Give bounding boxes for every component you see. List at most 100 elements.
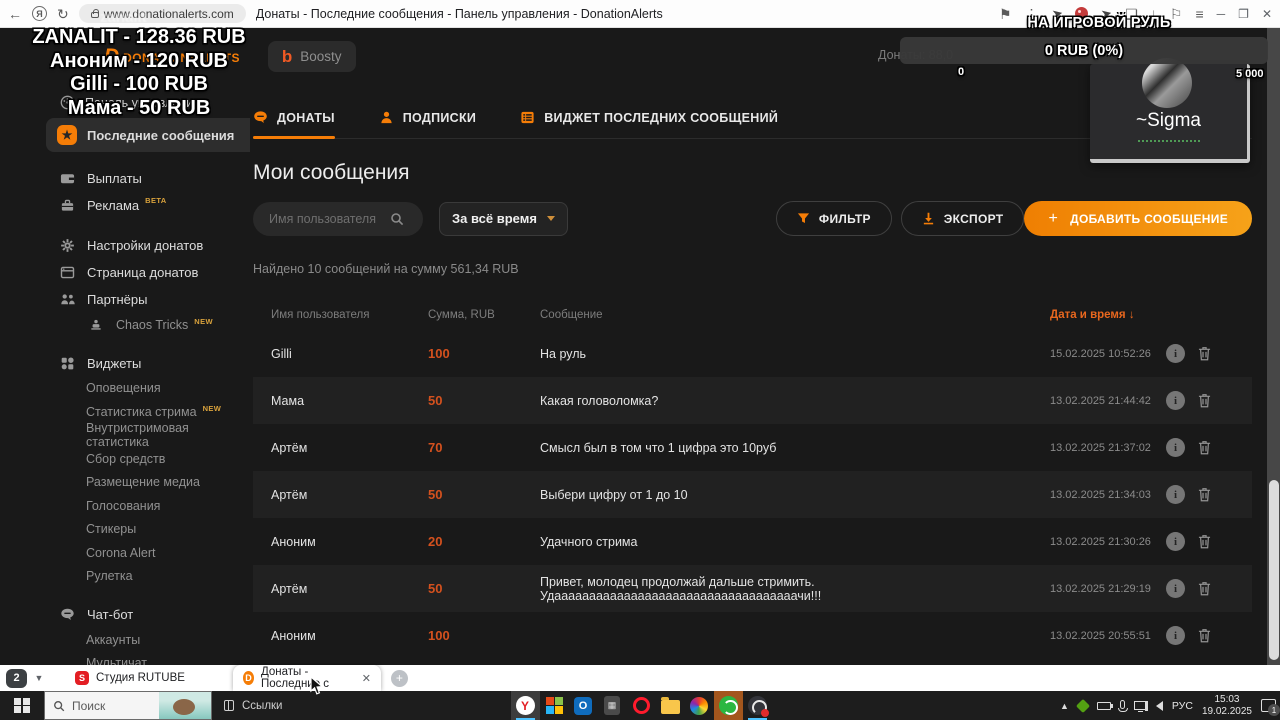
tab-count-badge[interactable]: 2 (6, 668, 27, 688)
sidebar-item-сбор-средств[interactable]: Сбор средств (0, 447, 250, 471)
tab-subscriptions[interactable]: ПОДПИСКИ (379, 110, 476, 138)
app-photos[interactable] (685, 691, 714, 720)
reload-icon[interactable]: ↻ (57, 7, 69, 21)
app-file-explorer[interactable] (656, 691, 685, 720)
taskbar-search[interactable]: Поиск (44, 691, 212, 720)
plus-icon: + (1048, 209, 1059, 227)
delete-icon[interactable] (1198, 628, 1211, 643)
close-button[interactable]: ✕ (1262, 7, 1272, 21)
bookmark-flag-icon[interactable]: ⚑ (999, 7, 1012, 21)
download-icon[interactable]: ↓ (1150, 7, 1157, 20)
notifications-icon[interactable]: 1 (1261, 699, 1280, 716)
app-store[interactable] (540, 691, 569, 720)
red-extension-icon[interactable] (1075, 7, 1089, 20)
sidebar-item-label: Страница донатов (87, 265, 199, 280)
info-icon[interactable]: i (1166, 391, 1185, 410)
cursor-extension-icon[interactable]: ➤ (1100, 5, 1114, 23)
start-button[interactable] (0, 691, 44, 720)
cell-username: Артём (271, 440, 308, 455)
sidebar-nav: ★ Последние сообщения Выплаты Реклама BETA На… (0, 118, 250, 675)
minimize-button[interactable]: ─ (1217, 7, 1226, 21)
app-yandex-browser[interactable]: Y (510, 691, 540, 720)
tab-last-messages-widget[interactable]: ВИДЖЕТ ПОСЛЕДНИХ СООБЩЕНИЙ (520, 110, 778, 138)
menu-icon[interactable]: ≡ (1195, 7, 1203, 21)
tab-donationalerts-active[interactable]: D Донаты - Последние с ✕ (232, 665, 381, 691)
info-icon[interactable]: i (1166, 626, 1185, 645)
app-obs[interactable] (743, 691, 772, 720)
sidebar-item-голосования[interactable]: Голосования (0, 494, 250, 518)
tray-expand-icon[interactable]: ▲ (1060, 701, 1069, 711)
clock[interactable]: 15:03 19.02.2025 (1202, 694, 1252, 718)
more-menu-icon[interactable]: ⋮ (1025, 7, 1039, 21)
cell-datetime: 13.02.2025 21:44:42 i (1050, 391, 1245, 410)
cell-amount: 50 (428, 581, 443, 596)
sidebar-item-оповещения[interactable]: Оповещения (0, 377, 250, 401)
sidebar-item-аккаунты[interactable]: Аккаунты (0, 628, 250, 652)
export-button[interactable]: ЭКСПОРТ (900, 201, 1025, 236)
app-opera[interactable] (627, 691, 656, 720)
info-icon[interactable]: i (1166, 532, 1185, 551)
links-toolbar[interactable]: Ссылки (224, 700, 283, 712)
sidebar-item-чат-бот[interactable]: Чат-бот (0, 601, 250, 628)
sidebar-item-внутристримовая-статистика[interactable]: Внутристримовая статистика (0, 421, 250, 449)
delete-icon[interactable] (1198, 487, 1211, 502)
taskbar: Поиск Ссылки Y O ▦ ▲ РУС 15:03 19.02.202… (0, 691, 1280, 720)
app-whatsapp[interactable] (713, 691, 743, 720)
delete-icon[interactable] (1198, 346, 1211, 361)
sidebar-item-выплаты[interactable]: Выплаты (0, 165, 250, 192)
battery-icon[interactable] (1096, 701, 1113, 710)
boosty-button[interactable]: b Boosty (267, 41, 356, 72)
info-icon[interactable]: i (1166, 344, 1185, 363)
scrollbar-thumb[interactable] (1268, 480, 1279, 660)
sidebar-item-статистика-стрима[interactable]: Статистика стрима NEW (0, 400, 250, 424)
delete-icon[interactable] (1198, 440, 1211, 455)
sidebar-item-партнёры[interactable]: Партнёры (0, 286, 250, 313)
links-icon (224, 700, 234, 711)
search-input[interactable] (267, 210, 382, 227)
close-tab-icon[interactable]: ✕ (362, 672, 371, 685)
sidebar-item-стикеры[interactable]: Стикеры (0, 518, 250, 542)
cell-datetime: 13.02.2025 20:55:51 i (1050, 626, 1245, 645)
language-indicator[interactable]: РУС (1172, 700, 1193, 712)
sidebar-item-corona-alert[interactable]: Corona Alert (0, 541, 250, 565)
yandex-protect-icon[interactable]: Я (32, 6, 47, 21)
antivirus-icon[interactable] (1075, 698, 1090, 713)
filter-button[interactable]: ФИЛЬТР (775, 201, 892, 236)
tab-list-chevron-icon[interactable]: ▼ (31, 673, 47, 683)
sidebar-item-реклама[interactable]: Реклама BETA (0, 192, 250, 219)
cursor-extension-icon[interactable]: ➤ (1050, 5, 1064, 23)
back-icon[interactable]: ← (8, 7, 22, 21)
period-dropdown[interactable]: За всё время (439, 201, 568, 236)
app-outlook[interactable]: O (569, 691, 598, 720)
delete-icon[interactable] (1198, 581, 1211, 596)
speaker-icon[interactable] (1144, 700, 1163, 711)
new-tab-button[interactable]: + (390, 669, 408, 687)
sidebar-item-настройки-донатов[interactable]: Настройки донатов (0, 232, 250, 259)
url-bar[interactable]: www.donationalerts.com (78, 4, 246, 23)
tab-studia-rutube[interactable]: S Студия RUTUBE (65, 665, 195, 691)
page-scrollbar[interactable] (1267, 28, 1280, 665)
add-message-button[interactable]: + ДОБАВИТЬ СООБЩЕНИЕ (1024, 201, 1252, 236)
sort-datetime[interactable]: Дата и время ↓ (1050, 309, 1238, 321)
delete-icon[interactable] (1198, 534, 1211, 549)
sidebar-item-рулетка[interactable]: Рулетка (0, 565, 250, 589)
app-calculator[interactable]: ▦ (598, 691, 627, 720)
url-text: www.donationalerts.com (103, 6, 234, 21)
extensions-icon[interactable]: ❏ (1125, 7, 1138, 21)
sidebar-item-последние-сообщения[interactable]: ★ Последние сообщения (46, 118, 250, 152)
microphone-icon[interactable] (1118, 699, 1129, 712)
donationalerts-logo[interactable]: D DONATIONALERTS (104, 46, 240, 67)
info-icon[interactable]: i (1166, 438, 1185, 457)
sidebar-item-размещение-медиа[interactable]: Размещение медиа (0, 471, 250, 495)
bookmarks-icon[interactable]: ⚐ (1170, 7, 1183, 21)
delete-icon[interactable] (1198, 393, 1211, 408)
search-icon (54, 700, 65, 711)
sidebar-item-chaos-tricks[interactable]: Chaos Tricks NEW (0, 313, 250, 337)
tab-donations[interactable]: ДОНАТЫ (253, 110, 335, 139)
username-search[interactable] (253, 201, 423, 236)
info-icon[interactable]: i (1166, 485, 1185, 504)
info-icon[interactable]: i (1166, 579, 1185, 598)
maximize-button[interactable]: ❐ (1238, 7, 1249, 21)
sidebar-item-страница-донатов[interactable]: Страница донатов (0, 259, 250, 286)
sidebar-item-виджеты[interactable]: Виджеты (0, 350, 250, 377)
